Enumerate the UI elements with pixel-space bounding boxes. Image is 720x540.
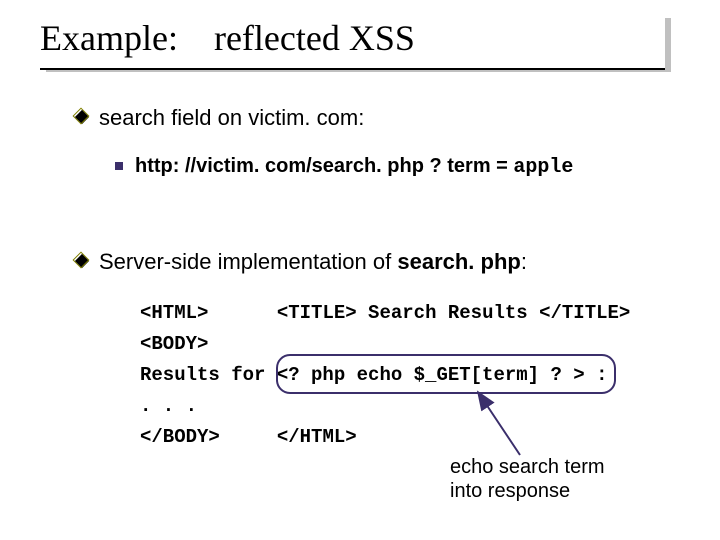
title-area: Example: reflected XSS [40, 12, 665, 72]
title-part2: reflected XSS [214, 18, 415, 58]
title-part1: Example: [40, 18, 178, 58]
slide: Example: reflected XSS search field on v… [0, 0, 720, 540]
annotation: echo search term into response [450, 455, 605, 503]
annotation-line2: into response [450, 480, 570, 502]
connector-line [0, 0, 720, 540]
annotation-line1: echo search term [450, 456, 605, 478]
slide-title: Example: reflected XSS [40, 12, 665, 70]
